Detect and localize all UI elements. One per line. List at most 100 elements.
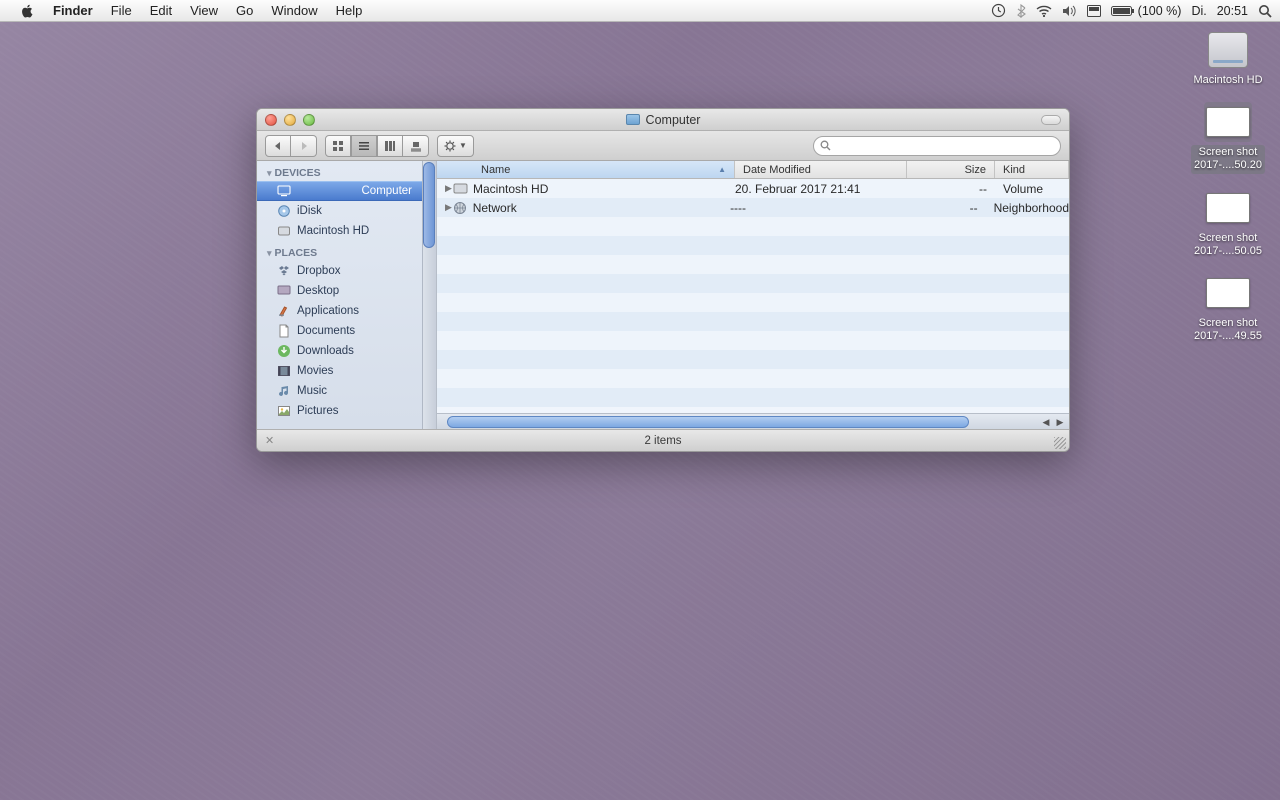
column-headers: Name Date Modified Size Kind <box>437 161 1069 179</box>
time-machine-icon[interactable] <box>991 3 1006 18</box>
icon-view-button[interactable] <box>325 135 351 157</box>
sidebar-item-computer[interactable]: Computer <box>257 181 422 201</box>
row-date: 20. Februar 2017 21:41 <box>735 182 907 196</box>
sidebar-item-label: Downloads <box>297 345 354 357</box>
titlebar[interactable]: Computer <box>257 109 1069 131</box>
column-name[interactable]: Name <box>437 161 735 178</box>
menu-view[interactable]: View <box>181 0 227 22</box>
sidebar-header-devices[interactable]: DEVICES <box>257 161 436 181</box>
scroll-right-arrow[interactable]: ▶ <box>1053 415 1067 429</box>
status-text: 2 items <box>644 435 681 447</box>
desktop-icon-label: Macintosh HD <box>1190 73 1265 88</box>
row-size: -- <box>899 201 986 215</box>
minimize-button[interactable] <box>284 114 296 126</box>
column-date[interactable]: Date Modified <box>735 161 907 178</box>
sidebar-item-label: Computer <box>362 185 413 197</box>
sidebar-scrollbar[interactable] <box>422 161 436 429</box>
scroll-left-arrow[interactable]: ◀ <box>1039 415 1053 429</box>
computer-icon <box>277 184 291 198</box>
spotlight-icon[interactable] <box>1258 4 1272 18</box>
search-field[interactable] <box>813 136 1061 156</box>
clock-time[interactable]: 20:51 <box>1217 4 1248 18</box>
status-bar: ✕ 2 items <box>257 429 1069 451</box>
forward-button[interactable] <box>291 135 317 157</box>
window-title: Computer <box>646 113 701 127</box>
sidebar-item-downloads[interactable]: Downloads <box>257 341 422 361</box>
sidebar-item-movies[interactable]: Movies <box>257 361 422 381</box>
menu-file[interactable]: File <box>102 0 141 22</box>
resize-handle[interactable] <box>1054 437 1066 449</box>
sidebar-item-label: Music <box>297 385 327 397</box>
wifi-icon[interactable] <box>1036 5 1052 17</box>
proxy-icon[interactable] <box>626 114 640 125</box>
row-kind: Neighborhood <box>986 201 1069 215</box>
disclosure-triangle-icon[interactable]: ▶ <box>437 183 451 194</box>
documents-icon <box>277 324 291 338</box>
volume-icon[interactable] <box>1062 5 1077 17</box>
toolbar-toggle-button[interactable] <box>1041 115 1061 125</box>
list-row[interactable]: ▶ Macintosh HD 20. Februar 2017 21:41 --… <box>437 179 1069 198</box>
coverflow-view-button[interactable] <box>403 135 429 157</box>
sidebar-item-pictures[interactable]: Pictures <box>257 401 422 421</box>
file-list: Name Date Modified Size Kind ▶ Macintosh… <box>437 161 1069 429</box>
menu-edit[interactable]: Edit <box>141 0 181 22</box>
zoom-button[interactable] <box>303 114 315 126</box>
sidebar-item-dropbox[interactable]: Dropbox <box>257 261 422 281</box>
column-view-button[interactable] <box>377 135 403 157</box>
toolbar: ▼ <box>257 131 1069 161</box>
sidebar-item-desktop[interactable]: Desktop <box>257 281 422 301</box>
music-icon <box>277 384 291 398</box>
menu-go[interactable]: Go <box>227 0 262 22</box>
sidebar-item-label: Movies <box>297 365 333 377</box>
clock-day[interactable]: Di. <box>1191 4 1206 18</box>
sidebar-item-applications[interactable]: Applications <box>257 301 422 321</box>
sidebar-item-label: Dropbox <box>297 265 340 277</box>
sidebar-item-music[interactable]: Music <box>257 381 422 401</box>
column-kind[interactable]: Kind <box>995 161 1069 178</box>
desktop-icon-screenshot[interactable]: Screen shot 2017-....50.20 <box>1188 102 1268 173</box>
back-button[interactable] <box>265 135 291 157</box>
menu-window[interactable]: Window <box>262 0 326 22</box>
hd-icon <box>1208 32 1248 68</box>
movies-icon <box>277 364 291 378</box>
column-size[interactable]: Size <box>907 161 995 178</box>
list-row[interactable]: ▶ Network ---- -- Neighborhood <box>437 198 1069 217</box>
scrollbar-thumb[interactable] <box>447 416 969 428</box>
screenshot-icon <box>1206 278 1250 308</box>
finder-window: Computer ▼ DEVICES Computer <box>256 108 1070 452</box>
apple-menu-icon[interactable] <box>12 0 44 22</box>
bluetooth-icon[interactable] <box>1016 4 1026 18</box>
row-name: Macintosh HD <box>469 182 735 196</box>
sidebar-item-documents[interactable]: Documents <box>257 321 422 341</box>
sidebar-item-idisk[interactable]: iDisk <box>257 201 422 221</box>
path-button-icon[interactable]: ✕ <box>265 434 274 447</box>
desktop-icon-label: Screen shot 2017-....49.55 <box>1191 316 1265 344</box>
network-icon <box>451 201 469 215</box>
app-name[interactable]: Finder <box>44 0 102 22</box>
desktop-icon-screenshot[interactable]: Screen shot 2017-....50.05 <box>1188 188 1268 259</box>
dropbox-icon <box>277 264 291 278</box>
search-input[interactable] <box>835 140 1054 152</box>
desktop-icon-label: Screen shot 2017-....50.20 <box>1191 145 1265 173</box>
action-menu-button[interactable]: ▼ <box>437 135 474 157</box>
sidebar-item-macintosh-hd[interactable]: Macintosh HD <box>257 221 422 241</box>
desktop-icon-hd[interactable]: Macintosh HD <box>1188 30 1268 88</box>
screenshot-icon <box>1206 193 1250 223</box>
applications-icon <box>277 304 291 318</box>
sidebar-item-label: Desktop <box>297 285 339 297</box>
scrollbar-thumb[interactable] <box>423 162 435 248</box>
desktop-icon-screenshot[interactable]: Screen shot 2017-....49.55 <box>1188 273 1268 344</box>
row-name: Network <box>469 201 730 215</box>
pictures-icon <box>277 404 291 418</box>
disclosure-triangle-icon[interactable]: ▶ <box>437 202 451 213</box>
menu-help[interactable]: Help <box>327 0 372 22</box>
input-menu-icon[interactable] <box>1087 5 1101 17</box>
nav-buttons <box>265 135 317 157</box>
horizontal-scrollbar[interactable]: ◀ ▶ <box>437 413 1069 429</box>
sidebar-header-places[interactable]: PLACES <box>257 241 436 261</box>
sidebar-item-label: Macintosh HD <box>297 225 369 237</box>
list-view-button[interactable] <box>351 135 377 157</box>
close-button[interactable] <box>265 114 277 126</box>
battery-icon[interactable]: (100 %) <box>1111 4 1182 18</box>
downloads-icon <box>277 344 291 358</box>
